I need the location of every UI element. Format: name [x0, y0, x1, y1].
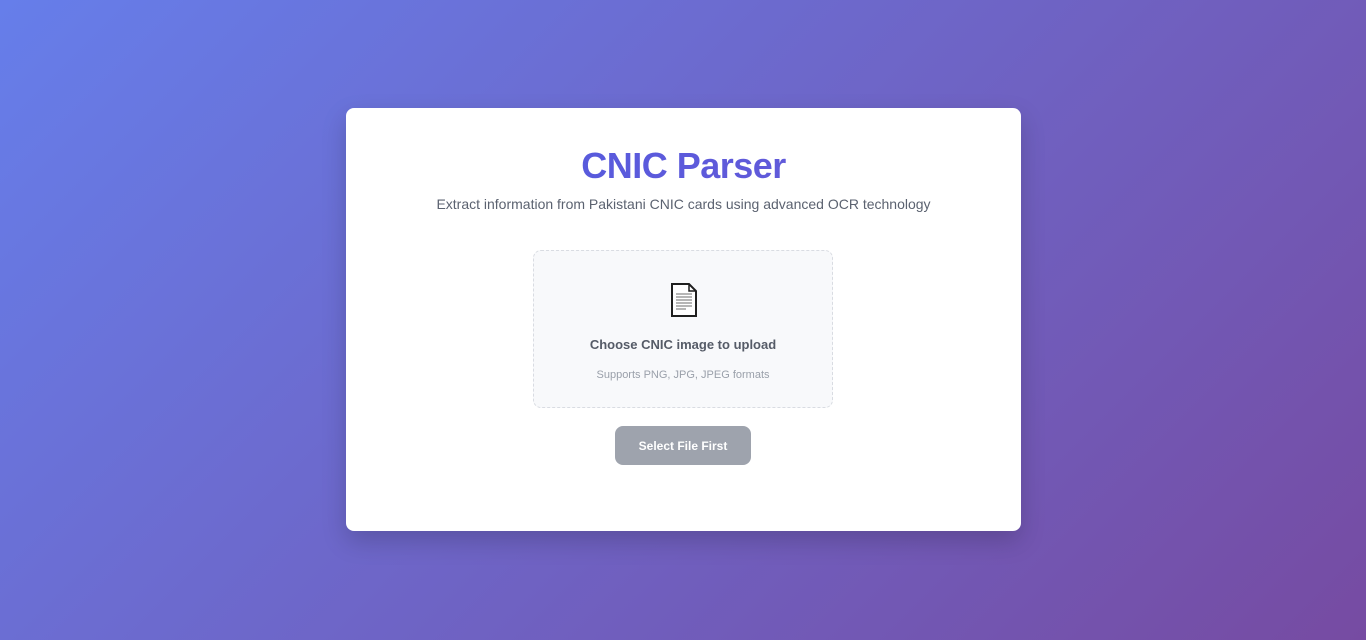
- parser-card: CNIC Parser Extract information from Pak…: [346, 108, 1021, 531]
- page-title: CNIC Parser: [346, 144, 1021, 188]
- upload-dropzone[interactable]: Choose CNIC image to upload Supports PNG…: [533, 250, 833, 408]
- parse-button[interactable]: Select File First: [615, 426, 751, 465]
- page-subtitle: Extract information from Pakistani CNIC …: [436, 196, 931, 212]
